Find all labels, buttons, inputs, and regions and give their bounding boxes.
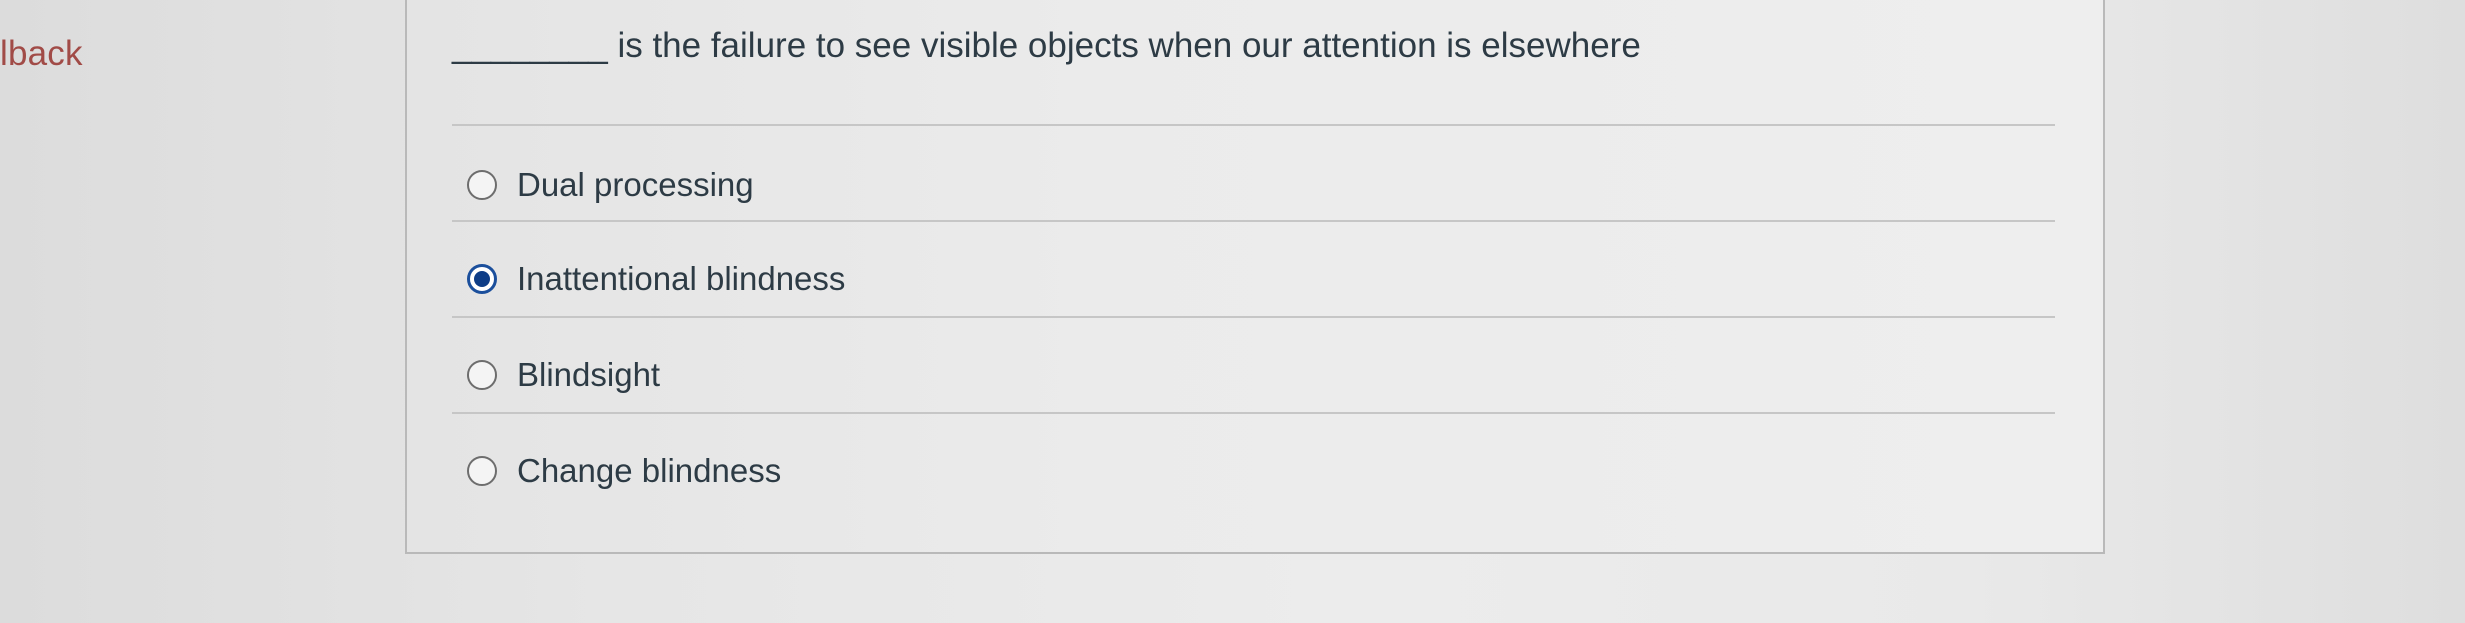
divider xyxy=(452,220,2055,222)
answer-label: Inattentional blindness xyxy=(517,260,846,297)
feedback-link[interactable]: lback xyxy=(0,34,83,74)
radio-button-selected[interactable] xyxy=(467,264,497,294)
divider xyxy=(452,124,2055,126)
radio-button[interactable] xyxy=(467,360,497,390)
answer-label: Dual processing xyxy=(517,166,754,203)
answer-label: Change blindness xyxy=(517,452,782,489)
answer-option-dual-processing[interactable]: Dual processing xyxy=(467,160,754,210)
answer-label: Blindsight xyxy=(517,356,661,393)
divider xyxy=(452,412,2055,414)
question-panel: ________ is the failure to see visible o… xyxy=(405,0,2105,554)
radio-button[interactable] xyxy=(467,170,497,200)
answer-option-blindsight[interactable]: Blindsight xyxy=(467,350,660,400)
answer-option-change-blindness[interactable]: Change blindness xyxy=(467,446,781,496)
divider xyxy=(452,316,2055,318)
radio-button[interactable] xyxy=(467,456,497,486)
answer-option-inattentional-blindness[interactable]: Inattentional blindness xyxy=(467,254,845,304)
question-text: ________ is the failure to see visible o… xyxy=(452,26,1641,65)
